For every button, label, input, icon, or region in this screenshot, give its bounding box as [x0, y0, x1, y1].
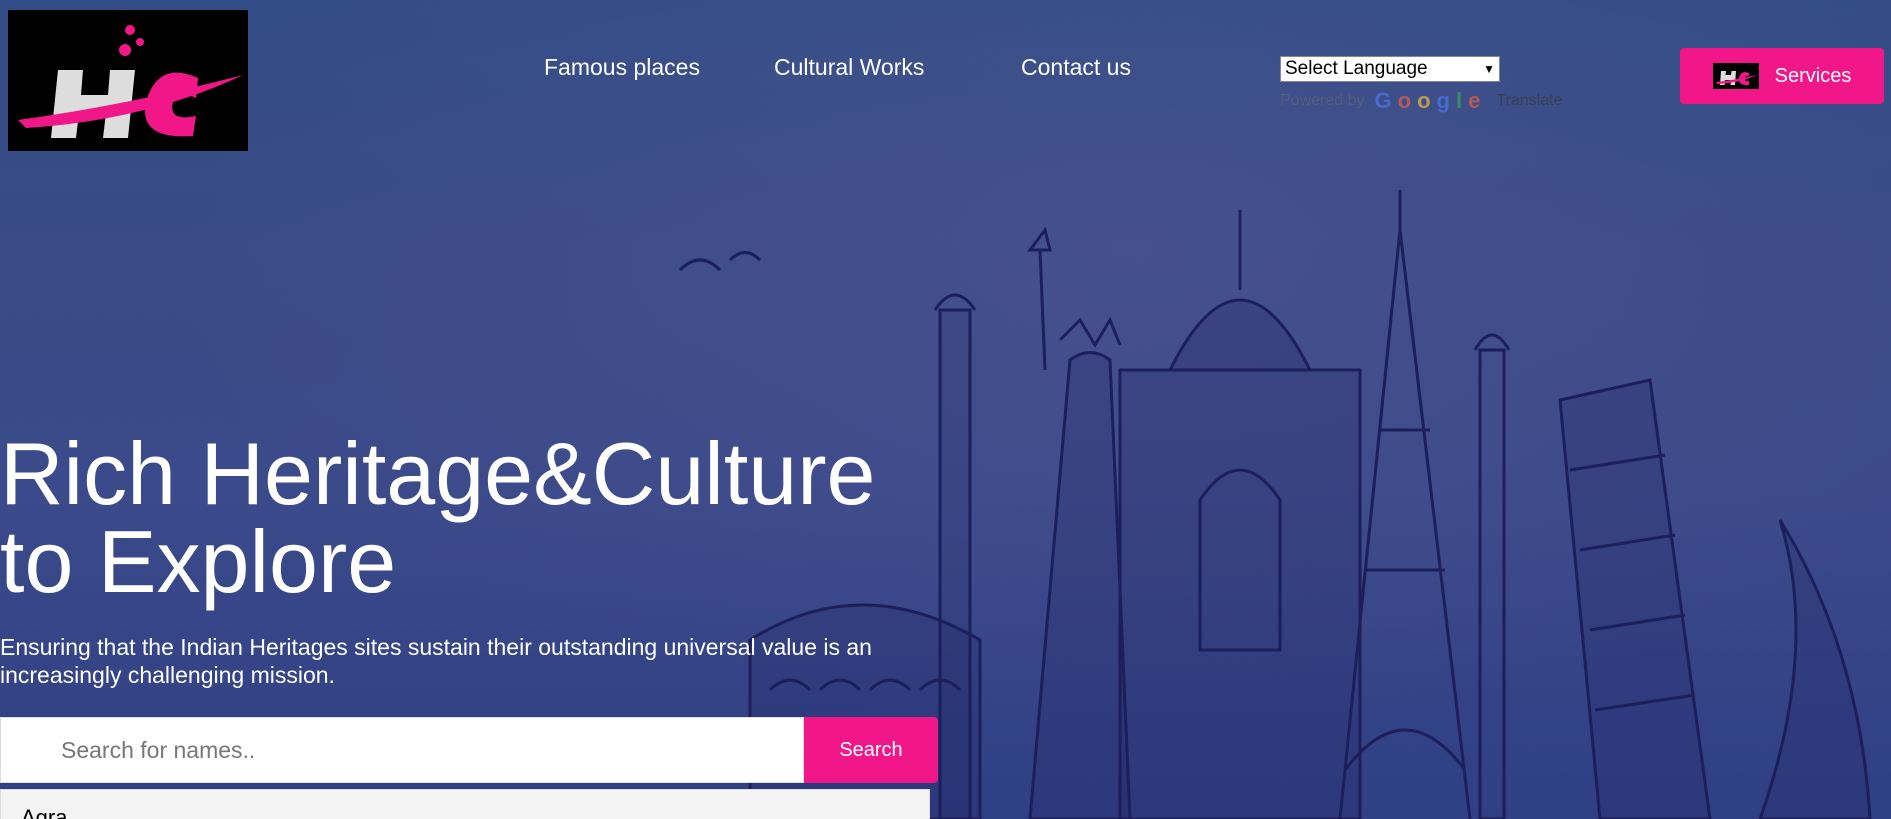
- services-button[interactable]: Services: [1680, 48, 1884, 104]
- background-vignette: [0, 0, 1891, 819]
- language-select-value: Select Language: [1285, 58, 1428, 79]
- search-input[interactable]: Search for names..: [0, 717, 804, 783]
- search-placeholder: Search for names..: [61, 736, 256, 763]
- search-bar: Search for names.. Search: [0, 717, 938, 783]
- hero-title: Rich Heritage&Culture to Explore: [0, 430, 940, 606]
- search-result-item[interactable]: Agra: [0, 789, 930, 819]
- nav-contact-us[interactable]: Contact us: [1021, 54, 1131, 81]
- hc-mini-logo-icon: [1712, 63, 1759, 89]
- search-button[interactable]: Search: [804, 717, 938, 783]
- hc-logo-icon: [8, 10, 248, 151]
- hero-title-line2: to Explore: [0, 512, 397, 611]
- chevron-down-icon: ▼: [1483, 62, 1495, 76]
- google-logo[interactable]: Google: [1375, 88, 1487, 114]
- nav-famous-places[interactable]: Famous places: [544, 54, 700, 81]
- hero-subtitle: Ensuring that the Indian Heritages sites…: [0, 634, 872, 688]
- hero-title-line1: Rich Heritage&Culture: [0, 424, 876, 523]
- language-select[interactable]: Select Language ▼: [1280, 56, 1500, 82]
- translate-label: Translate: [1496, 92, 1563, 109]
- google-translate-attribution: Powered by Google Translate: [1280, 88, 1562, 114]
- logo[interactable]: [8, 10, 248, 151]
- powered-by-label: Powered by: [1280, 92, 1365, 109]
- nav-cultural-works[interactable]: Cultural Works: [774, 54, 924, 81]
- services-label: Services: [1774, 64, 1852, 87]
